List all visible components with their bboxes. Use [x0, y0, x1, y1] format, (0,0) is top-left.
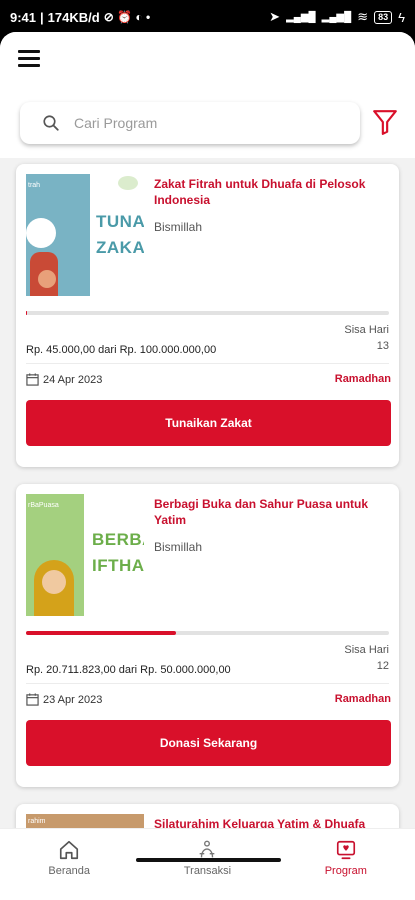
program-description: Bismillah — [154, 540, 203, 554]
program-title[interactable]: Zakat Fitrah untuk Dhuafa di Pelosok Ind… — [154, 176, 392, 208]
status-time: 9:41 — [10, 9, 37, 25]
program-category: Ramadhan — [334, 373, 391, 385]
charging-icon: ϟ — [398, 9, 405, 25]
search-input[interactable] — [74, 115, 314, 131]
program-icon — [336, 840, 355, 860]
collected-amount: Rp. 45.000,00 dari Rp. 100.000.000,00 — [26, 344, 217, 356]
progress-bar — [26, 631, 389, 635]
collected-amount: Rp. 20.711.823,00 dari Rp. 50.000.000,00 — [26, 664, 231, 676]
battery-icon: 83 — [374, 10, 393, 24]
calendar-icon — [26, 693, 39, 706]
app-header — [0, 32, 415, 158]
progress-fill — [26, 631, 177, 635]
remaining-days: Sisa Hari 13 — [344, 324, 389, 352]
location-icon: ➤ — [269, 9, 281, 24]
donasi-sekarang-button[interactable]: Donasi Sekarang — [26, 720, 391, 766]
nav-transaksi[interactable]: Transaksi — [138, 829, 276, 900]
status-bar: 9:41 | 174KB/d ⊘ ⏰ ◐ • ➤ ▂▄▆█ ▂▄▆█ ≋ 83 … — [10, 9, 405, 25]
search-bar[interactable] — [20, 102, 360, 144]
network-speed: 174KB/d — [47, 9, 100, 25]
wifi-icon: ≋ — [357, 9, 369, 24]
program-thumbnail: trah TUNAIK ZAKAT — [26, 174, 144, 296]
home-indicator — [136, 858, 281, 862]
nav-beranda[interactable]: Beranda — [0, 829, 138, 900]
program-thumbnail: rBaPuasa BERBA IFTHA — [26, 494, 144, 616]
calendar-icon — [26, 373, 39, 386]
program-category: Ramadhan — [334, 693, 391, 705]
program-description: Bismillah — [154, 220, 203, 234]
progress-bar — [26, 311, 389, 315]
nav-program[interactable]: Program — [277, 829, 415, 900]
home-icon — [60, 840, 79, 860]
program-card[interactable]: rahim Silaturahim Keluarga Yatim & Dhuaf… — [16, 804, 399, 828]
search-icon — [43, 115, 59, 131]
program-list[interactable]: trah TUNAIK ZAKAT Zakat Fitrah untuk Dhu… — [0, 158, 415, 828]
program-title[interactable]: Berbagi Buka dan Sahur Puasa untuk Yatim — [154, 496, 392, 528]
bottom-navigation: Beranda Transaksi Program — [0, 828, 415, 900]
notification-icons: ⊘ ⏰ ◐ • — [103, 10, 151, 24]
program-title[interactable]: Silaturahim Keluarga Yatim & Dhuafa — [154, 816, 392, 828]
tunaikan-zakat-button[interactable]: Tunaikan Zakat — [26, 400, 391, 446]
program-card[interactable]: rBaPuasa BERBA IFTHA Berbagi Buka dan Sa… — [16, 484, 399, 787]
card-divider — [26, 363, 389, 364]
app-container: trah TUNAIK ZAKAT Zakat Fitrah untuk Dhu… — [0, 32, 415, 900]
program-thumbnail: rahim — [26, 814, 144, 828]
hamburger-menu-icon[interactable] — [18, 50, 40, 68]
filter-icon[interactable] — [372, 108, 398, 136]
signal-icon: ▂▄▆█ — [286, 11, 316, 23]
program-date: 24 Apr 2023 — [26, 373, 102, 386]
program-date: 23 Apr 2023 — [26, 693, 102, 706]
signal-icon-2: ▂▄▆█ — [321, 11, 352, 23]
phone-screen: 9:41 | 174KB/d ⊘ ⏰ ◐ • ➤ ▂▄▆█ ▂▄▆█ ≋ 83 … — [0, 0, 415, 900]
card-divider — [26, 683, 389, 684]
program-card[interactable]: trah TUNAIK ZAKAT Zakat Fitrah untuk Dhu… — [16, 164, 399, 467]
remaining-days: Sisa Hari 12 — [344, 644, 389, 672]
